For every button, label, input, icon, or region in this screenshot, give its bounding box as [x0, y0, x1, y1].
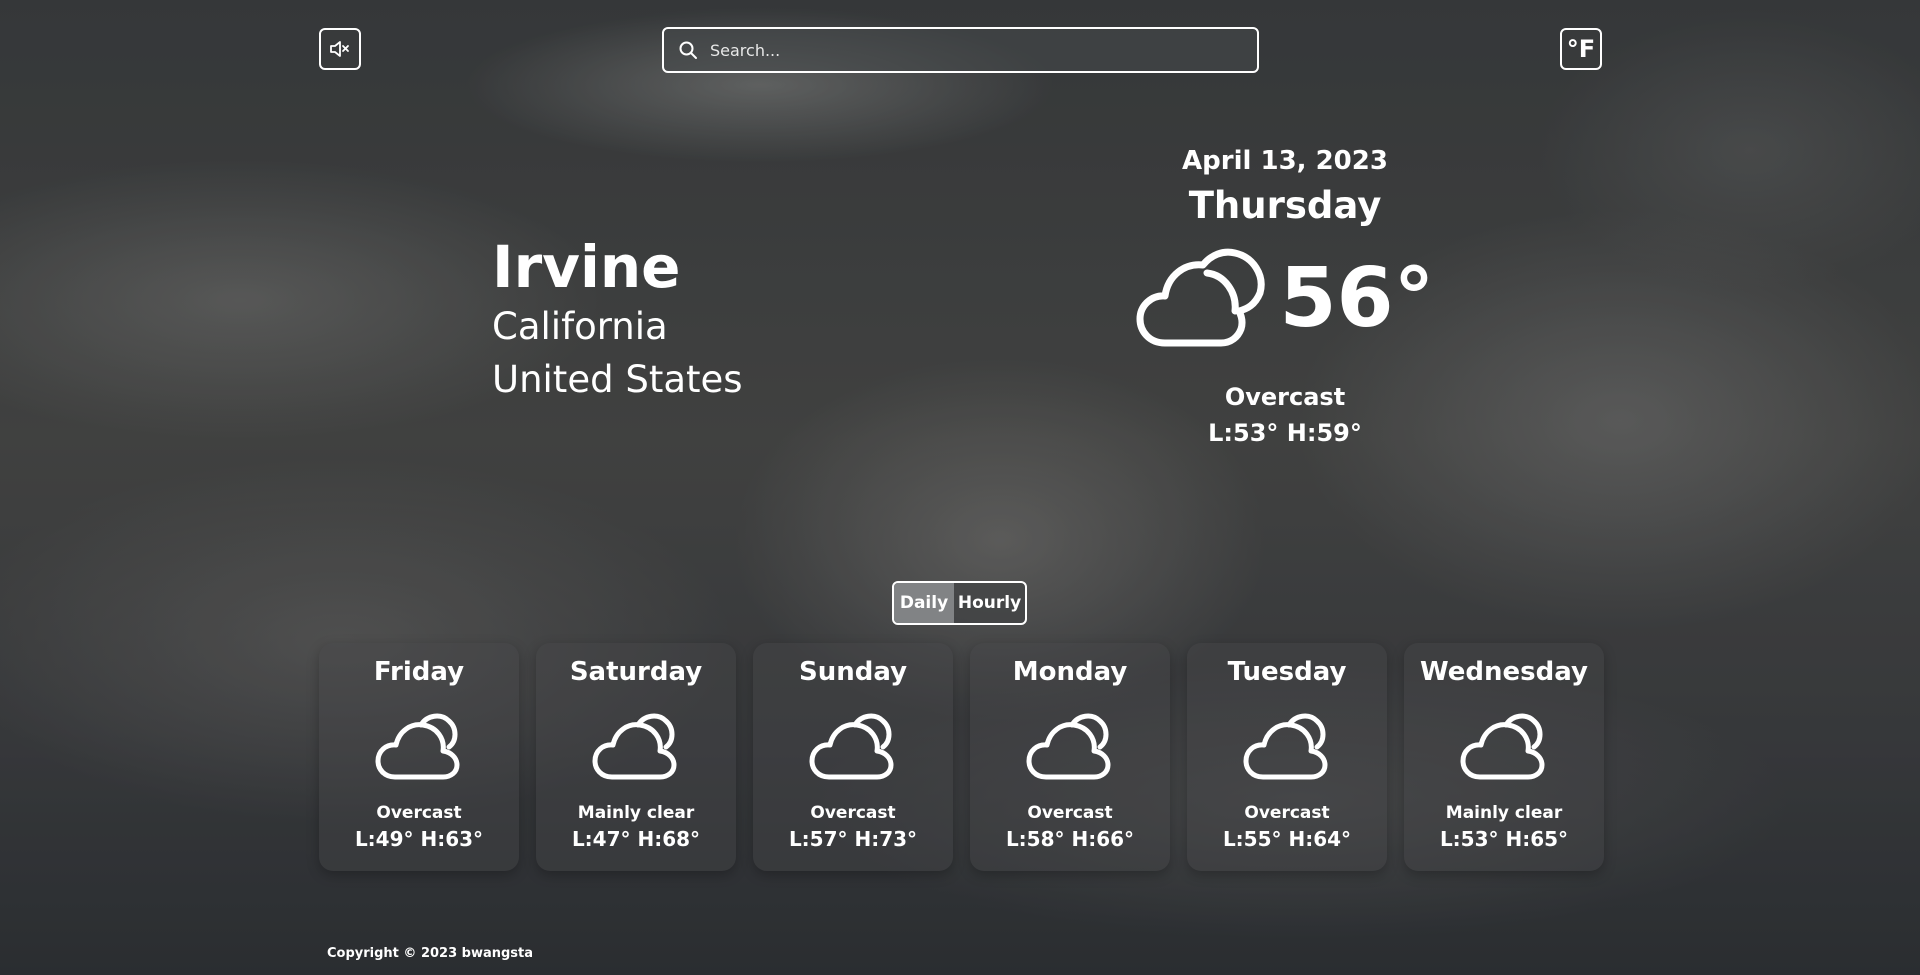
- region-name: California: [492, 304, 668, 348]
- forecast-day: Monday: [1012, 657, 1128, 687]
- tab-hourly[interactable]: Hourly: [954, 583, 1025, 623]
- tab-daily[interactable]: Daily: [894, 583, 954, 623]
- forecast-card: Friday Overcast L:49° H:63°: [319, 643, 519, 871]
- current-weather: April 13, 2023 Thursday 56° Overcast L:5…: [1090, 146, 1480, 447]
- current-temperature-row: 56°: [1090, 245, 1480, 351]
- forecast-card: Monday Overcast L:58° H:66°: [970, 643, 1170, 871]
- temperature-unit-button[interactable]: °F: [1560, 28, 1602, 70]
- forecast-card: Sunday Overcast L:57° H:73°: [753, 643, 953, 871]
- forecast-hi-lo: L:53° H:65°: [1439, 827, 1569, 851]
- forecast-condition: Overcast: [376, 803, 462, 823]
- forecast-day: Tuesday: [1227, 657, 1347, 687]
- partly-cloudy-icon: [1187, 707, 1387, 783]
- current-date: April 13, 2023: [1182, 146, 1388, 176]
- forecast-card: Saturday Mainly clear L:47° H:68°: [536, 643, 736, 871]
- partly-cloudy-icon: [1404, 707, 1604, 783]
- search-input[interactable]: [708, 39, 1232, 61]
- forecast-day: Sunday: [798, 657, 908, 687]
- country-name: United States: [492, 358, 743, 402]
- forecast-hi-lo: L:58° H:66°: [1005, 827, 1135, 851]
- forecast-condition: Mainly clear: [1445, 803, 1563, 823]
- partly-cloudy-icon: [536, 707, 736, 783]
- current-hi-lo: L:53° H:59°: [1208, 419, 1362, 447]
- forecast-card: Tuesday Overcast L:55° H:64°: [1187, 643, 1387, 871]
- mute-button[interactable]: [319, 28, 361, 70]
- speaker-muted-icon: [330, 41, 349, 57]
- forecast-day: Wednesday: [1420, 657, 1588, 687]
- unit-label: °F: [1566, 35, 1596, 63]
- forecast-day: Friday: [373, 657, 465, 687]
- forecast-day: Saturday: [569, 657, 703, 687]
- forecast-condition: Overcast: [1027, 803, 1113, 823]
- copyright-footer: Copyright © 2023 bwangsta: [327, 946, 534, 961]
- partly-cloudy-icon: [319, 707, 519, 783]
- forecast-hi-lo: L:47° H:68°: [571, 827, 701, 851]
- search-icon: [679, 41, 697, 59]
- forecast-condition: Overcast: [1244, 803, 1330, 823]
- daily-forecast-list: Friday Overcast L:49° H:63° Saturday Mai…: [319, 643, 1604, 871]
- partly-cloudy-icon: [970, 707, 1170, 783]
- city-name: Irvine: [492, 233, 681, 301]
- current-temperature: 56°: [1279, 250, 1435, 346]
- forecast-hi-lo: L:57° H:73°: [788, 827, 918, 851]
- forecast-card: Wednesday Mainly clear L:53° H:65°: [1404, 643, 1604, 871]
- current-condition: Overcast: [1224, 383, 1346, 411]
- forecast-hi-lo: L:49° H:63°: [354, 827, 484, 851]
- forecast-hi-lo: L:55° H:64°: [1222, 827, 1352, 851]
- location-block: Irvine California United States: [492, 233, 743, 407]
- forecast-condition: Overcast: [810, 803, 896, 823]
- forecast-view-toggle[interactable]: Daily Hourly: [892, 581, 1027, 625]
- forecast-condition: Mainly clear: [577, 803, 695, 823]
- partly-cloudy-icon: [753, 707, 953, 783]
- current-weekday: Thursday: [1188, 184, 1382, 227]
- search-bar[interactable]: [662, 27, 1259, 73]
- cloud-icon: [1136, 248, 1266, 347]
